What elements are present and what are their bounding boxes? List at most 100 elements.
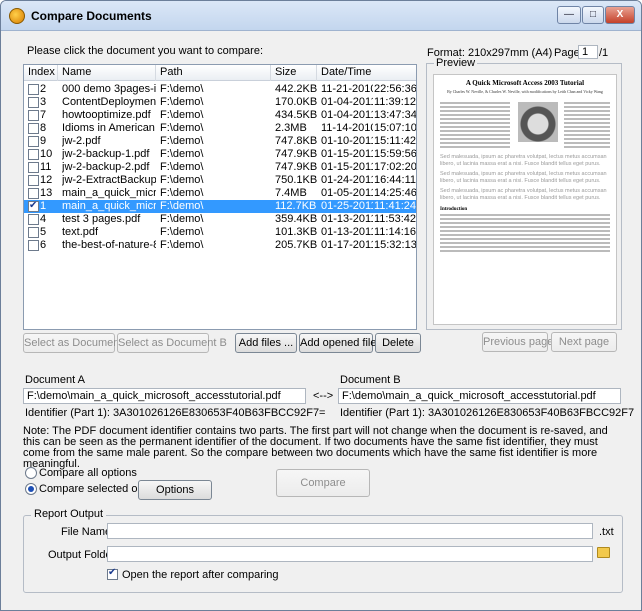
delete-button[interactable]: Delete: [375, 333, 421, 353]
cell-path: F:\demo\: [160, 135, 204, 147]
title-bar[interactable]: Compare Documents — □ X: [1, 1, 641, 31]
file-extension-label: .txt: [599, 526, 614, 538]
open-report-label[interactable]: Open the report after comparing: [122, 569, 279, 581]
row-checkbox[interactable]: [28, 162, 39, 173]
options-button[interactable]: Options: [138, 480, 212, 500]
row-checkbox[interactable]: [28, 136, 39, 147]
cell-size: 434.5KB: [275, 109, 317, 121]
document-b-path-field[interactable]: F:\demo\main_a_quick_microsoft_accesstut…: [338, 388, 621, 404]
table-row[interactable]: 7 howtooptimize.pdf F:\demo\ 434.5KB 01-04-2…: [24, 109, 416, 122]
preview-image-block: [440, 98, 610, 154]
row-checkbox[interactable]: [28, 123, 39, 134]
table-row[interactable]: 4 test 3 pages.pdf F:\demo\ 359.4KB 01-13-20…: [24, 213, 416, 226]
select-document-a-button[interactable]: Select as Document A: [23, 333, 132, 353]
browse-folder-icon[interactable]: [597, 547, 610, 558]
table-row[interactable]: 6 the-best-of-nature-806... F:\demo\ 205.7K…: [24, 239, 416, 252]
cell-name: test 3 pages.pdf: [62, 213, 141, 225]
cell-date: 01-24-2011: [321, 174, 373, 186]
cell-size: 359.4KB: [275, 213, 317, 225]
cell-date: 01-13-2011: [321, 213, 373, 225]
row-checkbox[interactable]: [28, 110, 39, 121]
previous-page-button[interactable]: Previous page: [482, 332, 553, 352]
add-opened-files-button[interactable]: Add opened files: [299, 333, 382, 353]
cell-path: F:\demo\: [160, 174, 204, 186]
document-a-identifier: Identifier (Part 1): 3A301026126E830653F…: [25, 407, 320, 419]
compare-button[interactable]: Compare: [276, 469, 370, 497]
column-header-name[interactable]: Name: [58, 65, 156, 81]
cell-time: 17:02:20: [374, 161, 416, 173]
preview-lorem-2: Sed malesuada, ipsum ac pharetra volutpa…: [440, 171, 607, 184]
output-folder-input[interactable]: [107, 546, 593, 562]
preview-lorem-3: Sed malesuada, ipsum ac pharetra volutpa…: [440, 188, 607, 201]
close-button[interactable]: X: [605, 6, 635, 24]
cell-size: 170.0KB: [275, 96, 317, 108]
add-files-button[interactable]: Add files ...: [235, 333, 297, 353]
cell-size: 101.3KB: [275, 226, 317, 238]
document-a-path-field[interactable]: F:\demo\main_a_quick_microsoft_accesstut…: [23, 388, 306, 404]
cell-size: 2.3MB: [275, 122, 307, 134]
cell-time: 14:25:46: [374, 187, 416, 199]
file-name-label: File Name: [61, 526, 112, 538]
next-page-button[interactable]: Next page: [551, 332, 617, 352]
table-row[interactable]: 5 text.pdf F:\demo\ 101.3KB 01-13-2011 11:14:…: [24, 226, 416, 239]
cell-path: F:\demo\: [160, 122, 204, 134]
identifier-equals-sign: =: [319, 407, 326, 419]
window-title: Compare Documents: [31, 9, 152, 23]
row-checkbox[interactable]: [28, 84, 39, 95]
row-checkbox[interactable]: [28, 227, 39, 238]
cell-name: jw-2-backup-1.pdf: [62, 148, 150, 160]
cell-date: 01-17-2011: [321, 239, 373, 251]
page-total-label: /1: [599, 47, 609, 59]
table-row[interactable]: 2 000 demo 3pages-ima... F:\demo\ 442.2KB 11…: [24, 83, 416, 96]
column-header-datetime[interactable]: Date/Time: [317, 65, 416, 81]
file-list[interactable]: Index Name Path Size Date/Time 2 000 demo…: [23, 64, 417, 330]
cell-date: 01-25-2011: [321, 200, 373, 212]
table-row[interactable]: 13 main_a_quick_micros... F:\demo\ 7.4MB 01-…: [24, 187, 416, 200]
file-name-input[interactable]: [107, 523, 593, 539]
cell-time: 15:11:42: [374, 135, 416, 147]
cell-path: F:\demo\: [160, 239, 204, 251]
maximize-button[interactable]: □: [582, 6, 604, 24]
column-header-path[interactable]: Path: [156, 65, 271, 81]
row-checkbox[interactable]: [28, 188, 39, 199]
open-report-checkbox[interactable]: [107, 567, 118, 580]
cell-size: 442.2KB: [275, 83, 317, 95]
compare-all-options-label[interactable]: Compare all options: [39, 467, 137, 479]
row-checkbox[interactable]: [28, 240, 39, 251]
cell-time: 16:44:11: [374, 174, 416, 186]
compare-selected-options-radio[interactable]: [25, 483, 37, 495]
table-row[interactable]: 9 jw-2.pdf F:\demo\ 747.8KB 01-10-2011 15:11:…: [24, 135, 416, 148]
table-row[interactable]: 10 jw-2-backup-1.pdf F:\demo\ 747.9KB 01-15-…: [24, 148, 416, 161]
cell-time: 11:53:42: [374, 213, 416, 225]
row-checkbox[interactable]: [28, 199, 39, 212]
list-header: Index Name Path Size Date/Time: [24, 65, 416, 81]
column-header-index[interactable]: Index: [24, 65, 58, 81]
table-row[interactable]: 12 jw-2-ExtractBackup-1.... F:\demo\ 750.1K…: [24, 174, 416, 187]
table-row[interactable]: 3 ContentDeployment_... F:\demo\ 170.0KB 01-…: [24, 96, 416, 109]
cell-time: 15:07:10: [374, 122, 416, 134]
preview-page[interactable]: A Quick Microsoft Access 2003 Tutorial B…: [433, 74, 617, 325]
minimize-button[interactable]: —: [557, 6, 581, 24]
cell-index: 2: [40, 83, 47, 95]
row-checkbox[interactable]: [28, 214, 39, 225]
cell-path: F:\demo\: [160, 161, 204, 173]
compare-all-options-radio[interactable]: [25, 467, 37, 479]
table-row[interactable]: 8 Idioms in American Lif... F:\demo\ 2.3MB 1…: [24, 122, 416, 135]
preview-lorem-1: Sed malesuada, ipsum ac pharetra volutpa…: [440, 154, 607, 167]
cell-name: howtooptimize.pdf: [62, 109, 151, 121]
compare-documents-window: Compare Documents — □ X Please click the…: [0, 0, 642, 611]
cell-index: 6: [40, 239, 47, 251]
cell-time: 22:56:36: [374, 83, 416, 95]
table-row[interactable]: 1 main_a_quick_micros... F:\demo\ 112.7KB 01…: [24, 199, 416, 213]
column-header-size[interactable]: Size: [271, 65, 317, 81]
table-row[interactable]: 11 jw-2-backup-2.pdf F:\demo\ 747.9KB 01-15-…: [24, 161, 416, 174]
row-checkbox[interactable]: [28, 149, 39, 160]
page-number-input[interactable]: 1: [578, 45, 598, 59]
row-checkbox[interactable]: [28, 97, 39, 108]
cell-name: text.pdf: [62, 226, 99, 238]
cell-index: 5: [40, 226, 47, 238]
cell-name: jw-2.pdf: [62, 135, 101, 147]
select-document-b-button[interactable]: Select as Document B: [117, 333, 227, 353]
row-checkbox[interactable]: [28, 175, 39, 186]
cell-size: 750.1KB: [275, 174, 317, 186]
